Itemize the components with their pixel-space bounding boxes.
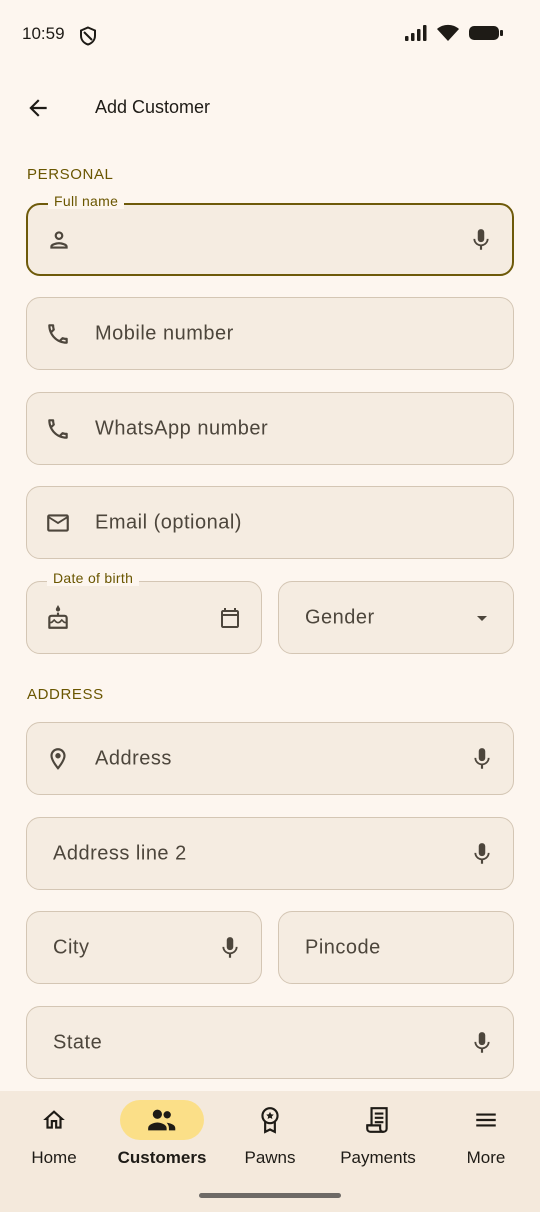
nav-item-pawns[interactable]: Pawns	[216, 1091, 324, 1191]
address-field[interactable]: Address	[26, 722, 514, 795]
cake-icon	[45, 604, 71, 631]
nav-pill-more	[444, 1100, 528, 1140]
nav-item-customers[interactable]: Customers	[108, 1091, 216, 1191]
nav-pill-pawns	[228, 1100, 312, 1140]
status-time: 10:59	[22, 24, 65, 43]
person-icon	[46, 227, 72, 253]
calendar-icon[interactable]	[217, 605, 243, 631]
whatsapp-number-field[interactable]: WhatsApp number	[26, 392, 514, 465]
mobile-number-field[interactable]: Mobile number	[26, 297, 514, 370]
location-pin-icon	[45, 746, 71, 772]
email-field[interactable]: Email (optional)	[26, 486, 514, 559]
home-icon	[41, 1107, 67, 1133]
address-line-2-placeholder: Address line 2	[53, 842, 187, 864]
mobile-number-placeholder: Mobile number	[95, 322, 234, 344]
phone-icon	[45, 416, 71, 442]
mic-icon[interactable]	[469, 1030, 495, 1056]
badge-icon	[257, 1106, 283, 1134]
nav-pill-payments	[336, 1100, 420, 1140]
signal-icon	[404, 24, 428, 42]
dropdown-arrow-icon	[469, 605, 495, 631]
home-indicator	[199, 1193, 341, 1198]
whatsapp-number-placeholder: WhatsApp number	[95, 417, 269, 439]
nav-label-pawns: Pawns	[244, 1148, 296, 1167]
date-of-birth-label: Date of birth	[47, 570, 140, 586]
city-placeholder: City	[53, 936, 90, 958]
nav-pill-customers	[120, 1100, 204, 1140]
nav-item-more[interactable]: More	[432, 1091, 540, 1191]
nav-pill-home	[12, 1100, 96, 1140]
city-field[interactable]: City	[26, 911, 262, 984]
section-label-personal: PERSONAL	[27, 166, 114, 183]
nav-label-customers: Customers	[117, 1148, 207, 1167]
date-of-birth-field[interactable]: Date of birth	[26, 570, 262, 654]
nav-item-payments[interactable]: Payments	[324, 1091, 432, 1191]
address-placeholder: Address	[95, 747, 172, 769]
state-field[interactable]: State	[26, 1006, 514, 1079]
battery-icon	[468, 24, 504, 42]
mic-icon[interactable]	[469, 841, 495, 867]
status-icons	[404, 24, 504, 42]
mic-icon[interactable]	[469, 746, 495, 772]
nav-label-payments: Payments	[340, 1148, 416, 1167]
menu-icon	[473, 1107, 499, 1133]
arrow-back-icon	[25, 95, 51, 121]
full-name-field[interactable]: Full name	[26, 193, 514, 276]
gender-placeholder: Gender	[305, 606, 375, 628]
nav-label-home: Home	[31, 1148, 77, 1167]
mic-icon[interactable]	[217, 935, 243, 961]
page-title: Add Customer	[95, 97, 211, 117]
pincode-field[interactable]: Pincode	[278, 911, 514, 984]
receipt-icon	[365, 1106, 391, 1134]
state-placeholder: State	[53, 1031, 103, 1053]
email-placeholder: Email (optional)	[95, 511, 242, 533]
pincode-placeholder: Pincode	[305, 936, 381, 958]
back-button[interactable]	[18, 88, 58, 128]
phone-icon	[45, 321, 71, 347]
section-label-address: ADDRESS	[27, 686, 104, 703]
nav-item-home[interactable]: Home	[0, 1091, 108, 1191]
address-line-2-field[interactable]: Address line 2	[26, 817, 514, 890]
full-name-label: Full name	[48, 193, 125, 209]
shield-icon	[79, 26, 97, 46]
people-icon	[147, 1107, 177, 1133]
status-bar: 10:59	[0, 0, 540, 70]
mail-icon	[45, 510, 71, 536]
mic-icon[interactable]	[468, 227, 494, 253]
wifi-icon	[436, 24, 460, 42]
nav-label-more: More	[466, 1148, 506, 1167]
gender-select[interactable]: Gender	[278, 581, 514, 654]
